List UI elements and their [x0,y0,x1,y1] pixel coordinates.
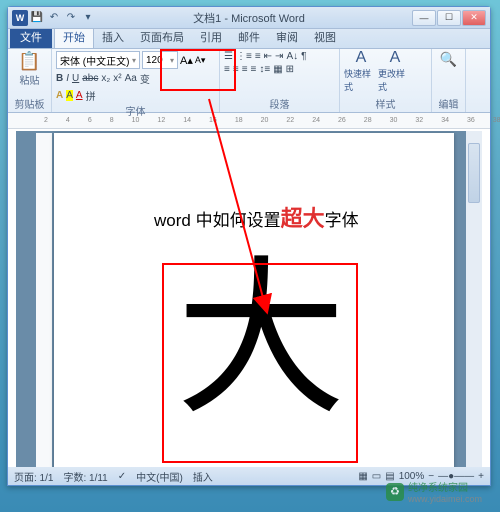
window-controls: — ☐ ✕ [412,10,486,26]
align-left-icon[interactable]: ≡ [224,64,230,75]
titlebar: W 💾 ↶ ↷ ▾ 文档1 - Microsoft Word — ☐ ✕ [8,7,490,29]
bullets-icon[interactable]: ☰ [224,51,233,62]
tab-review[interactable]: 审阅 [268,26,306,48]
scrollbar-thumb[interactable] [468,143,480,203]
italic-button[interactable]: I [66,73,69,84]
word-app-icon[interactable]: W [12,10,28,26]
indent-dec-icon[interactable]: ⇤ [264,51,272,62]
window-title: 文档1 - Microsoft Word [193,10,305,26]
watermark-logo-icon: ♻ [386,483,404,501]
multilevel-icon[interactable]: ≡ [255,51,261,62]
tab-file[interactable]: 文件 [10,26,52,48]
vertical-ruler[interactable] [36,133,52,467]
paste-label[interactable]: 粘贴 [20,72,40,87]
status-words[interactable]: 字数: 1/11 [63,469,107,484]
subscript-button[interactable]: x₂ [101,73,110,84]
maximize-button[interactable]: ☐ [437,10,461,26]
font-family-value: 宋体 (中文正文) [60,53,129,68]
shrink-font-icon[interactable]: A▾ [195,55,206,66]
tab-insert[interactable]: 插入 [94,26,132,48]
clipboard-group-label: 剪贴板 [15,96,45,112]
save-icon[interactable]: 💾 [30,11,44,25]
status-lang[interactable]: 中文(中国) [136,469,183,484]
tab-mailings[interactable]: 邮件 [230,26,268,48]
qat-more-icon[interactable]: ▾ [81,11,95,25]
highlight-button[interactable]: A [66,90,73,101]
shading-icon[interactable]: ▦ [273,64,282,75]
underline-button[interactable]: U [72,73,79,84]
tab-view[interactable]: 视图 [306,26,344,48]
group-paragraph: ☰ ⋮≡ ≡ ⇤ ⇥ A↓ ¶ ≡ ≡ ≡ ≡ ↕≡ ▦ ⊞ 段落 [220,49,340,112]
document-area: word 中如何设置超大字体 大 [16,131,482,467]
find-icon[interactable]: 🔍 [440,51,457,68]
chevron-down-icon: ▾ [170,56,174,65]
status-page[interactable]: 页面: 1/1 [14,469,53,484]
watermark: ♻ 纯净系统家园 www.yidaimei.com [386,479,482,504]
superscript-button[interactable]: x² [113,73,121,84]
numbering-icon[interactable]: ⋮≡ [236,51,252,62]
redo-icon[interactable]: ↷ [64,11,78,25]
spellcheck-icon[interactable]: ✓ [118,471,126,482]
view-print-icon[interactable]: ▦ [358,471,367,482]
styles-group-label: 样式 [344,96,427,112]
clear-format-button[interactable]: 变 [140,71,150,86]
undo-icon[interactable]: ↶ [47,11,61,25]
showmarks-icon[interactable]: ¶ [301,51,306,62]
align-right-icon[interactable]: ≡ [242,64,248,75]
headline-text[interactable]: word 中如何设置超大字体 [154,201,359,233]
strike-button[interactable]: abc [82,73,98,84]
group-font: 宋体 (中文正文)▾ 120▾ A▴ A▾ B I U abc x₂ x² Aa… [52,49,220,112]
chevron-down-icon: ▾ [132,56,136,65]
annotation-big-char-highlight [162,263,358,463]
font-size-value: 120 [146,55,163,66]
font-color-button[interactable]: A [76,90,83,101]
group-editing: 🔍 编辑 [432,49,466,112]
paragraph-group-label: 段落 [224,96,335,112]
bold-button[interactable]: B [56,73,63,84]
text-effect-button[interactable]: A [56,90,63,101]
change-styles-label: 更改样式 [378,67,412,93]
phonetic-button[interactable]: 拼 [86,88,96,103]
change-styles-button[interactable]: A更改样式 [378,53,412,89]
minimize-button[interactable]: — [412,10,436,26]
status-insert[interactable]: 插入 [193,469,213,484]
case-button[interactable]: Aa [125,73,137,84]
vertical-scrollbar[interactable] [466,131,482,467]
indent-inc-icon[interactable]: ⇥ [275,51,283,62]
page[interactable]: word 中如何设置超大字体 大 [54,133,454,467]
linespacing-icon[interactable]: ↕≡ [259,64,270,75]
headline-emphasis: 超大 [281,206,325,231]
quick-styles-button[interactable]: A快速样式 [344,53,378,89]
styles-icon: A [356,49,367,67]
change-styles-icon: A [390,49,401,67]
tab-layout[interactable]: 页面布局 [132,26,192,48]
watermark-name: 纯净系统家园 [408,479,482,494]
grow-font-icon[interactable]: A▴ [180,54,193,67]
headline-post: 字体 [325,211,359,230]
justify-icon[interactable]: ≡ [251,64,257,75]
font-group-label: 字体 [56,103,215,119]
watermark-url: www.yidaimei.com [408,494,482,504]
borders-icon[interactable]: ⊞ [286,64,294,75]
paste-icon[interactable]: 📋 [18,51,40,72]
ribbon: 📋 粘贴 剪贴板 宋体 (中文正文)▾ 120▾ A▴ A▾ B I U abc… [8,49,490,113]
quick-access-toolbar: 💾 ↶ ↷ ▾ [30,11,95,25]
align-center-icon[interactable]: ≡ [233,64,239,75]
editing-group-label: 编辑 [439,96,459,112]
group-styles: A快速样式 A更改样式 样式 [340,49,432,112]
app-window: W 💾 ↶ ↷ ▾ 文档1 - Microsoft Word — ☐ ✕ 文件 … [7,6,491,486]
ribbon-tabs: 文件 开始 插入 页面布局 引用 邮件 审阅 视图 [8,29,490,49]
quick-styles-label: 快速样式 [344,67,378,93]
font-size-selector[interactable]: 120 ▾ [142,51,178,69]
font-family-selector[interactable]: 宋体 (中文正文)▾ [56,51,140,69]
headline-pre: word 中如何设置 [154,211,281,230]
sort-icon[interactable]: A↓ [286,51,298,62]
tab-references[interactable]: 引用 [192,26,230,48]
group-clipboard: 📋 粘贴 剪贴板 [8,49,52,112]
view-read-icon[interactable]: ▭ [372,471,381,482]
close-button[interactable]: ✕ [462,10,486,26]
